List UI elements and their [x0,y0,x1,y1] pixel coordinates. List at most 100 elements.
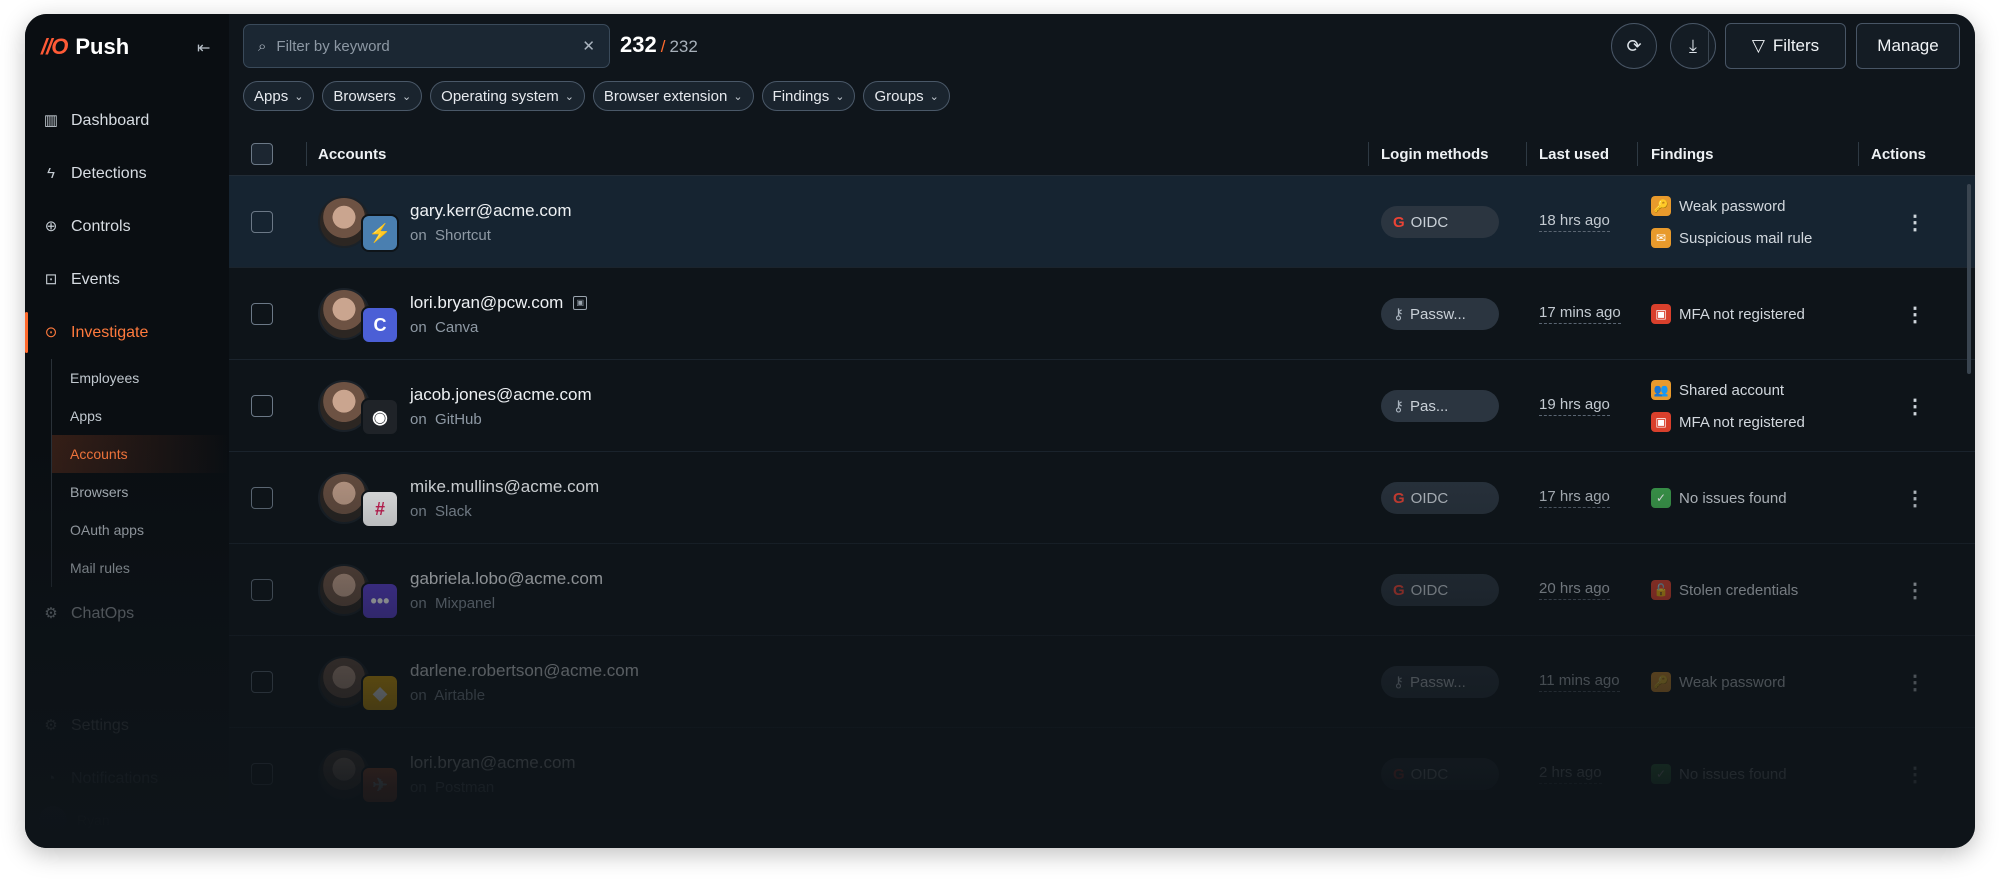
search-input[interactable] [276,37,573,55]
nav-item-dashboard[interactable]: ▥ Dashboard [25,94,229,147]
google-icon: G [1393,581,1405,599]
select-all-checkbox[interactable] [251,143,273,165]
row-checkbox[interactable] [251,211,273,233]
finding-item[interactable]: ✓ No issues found [1651,488,1787,508]
column-accounts[interactable]: Accounts [318,132,386,176]
account-email-line[interactable]: lori.bryan@pcw.com ▣ [410,293,588,313]
column-last-used[interactable]: Last used [1539,132,1609,176]
last-used-cell: 17 mins ago [1539,268,1621,360]
last-used[interactable]: 20 hrs ago [1539,580,1610,600]
account-email-line[interactable]: gary.kerr@acme.com [410,201,571,221]
filters-button[interactable]: ▽ Filters [1725,23,1846,69]
last-used[interactable]: 2 hrs ago [1539,764,1602,784]
more-actions-icon[interactable]: ⋮ [1905,302,1925,327]
finding-label: MFA not registered [1679,305,1805,323]
nav-item-events[interactable]: ⊡ Events [25,253,229,306]
subnav-item-oauth-apps[interactable]: OAuth apps [52,511,229,549]
table-row[interactable]: ••• gabriela.lobo@acme.com on Mixpanel G… [229,544,1975,636]
more-actions-icon[interactable]: ⋮ [1905,486,1925,511]
table-row[interactable]: ⚡ gary.kerr@acme.com on Shortcut G OIDC 1… [229,176,1975,268]
last-used[interactable]: 11 mins ago [1539,672,1620,692]
login-method-pill[interactable]: G OIDC [1381,206,1499,238]
login-method-pill[interactable]: ⚷ Passw... [1381,666,1499,698]
subnav-item-accounts[interactable]: Accounts [52,435,229,473]
account-email-line[interactable]: gabriela.lobo@acme.com [410,569,603,589]
refresh-button[interactable]: ⟳ [1611,23,1657,69]
user-menu[interactable]: Ryan [39,806,110,834]
finding-label: Weak password [1679,673,1786,691]
table-row[interactable]: C lori.bryan@pcw.com ▣ on Canva ⚷ Passw...… [229,268,1975,360]
nav-item-notifications[interactable]: ◔ Notifications [25,752,229,805]
nav-item-detections[interactable]: ϟ Detections [25,147,229,200]
manage-button[interactable]: Manage [1856,23,1960,69]
nav-item-investigate[interactable]: ⊙ Investigate [25,306,229,359]
finding-item[interactable]: ✉ Suspicious mail rule [1651,228,1812,248]
table-row[interactable]: ✈ lori.bryan@acme.com on Postman G OIDC 2… [229,728,1975,820]
chip-browser-extension[interactable]: Browser extension ⌄ [592,81,754,111]
more-actions-icon[interactable]: ⋮ [1905,670,1925,695]
more-actions-icon[interactable]: ⋮ [1905,210,1925,235]
finding-item[interactable]: ▣ MFA not registered [1651,412,1805,432]
subnav-item-browsers[interactable]: Browsers [52,473,229,511]
bell-icon: ◔ [46,769,56,787]
finding-item[interactable]: ✓ No issues found [1651,764,1787,784]
finding-item[interactable]: 🔑 Weak password [1651,196,1812,216]
row-checkbox[interactable] [251,395,273,417]
last-used[interactable]: 19 hrs ago [1539,396,1610,416]
login-method-label: OIDC [1410,765,1449,783]
row-select-cell [251,268,273,360]
login-method-pill[interactable]: ⚷ Passw... [1381,298,1499,330]
chip-findings[interactable]: Findings ⌄ [761,81,856,111]
table-row[interactable]: ◆ darlene.robertson@acme.com on Airtable… [229,636,1975,728]
last-used[interactable]: 17 hrs ago [1539,488,1610,508]
login-method-pill[interactable]: G OIDC [1381,482,1499,514]
findings-cell: 🔓 Stolen credentials [1651,544,1798,636]
nav-item-controls[interactable]: ⊕ Controls [25,200,229,253]
login-method-cell: G OIDC [1381,452,1499,544]
nav-item-chatops[interactable]: ⚙ ChatOps [25,587,229,640]
actions-cell: ⋮ [1905,728,1925,820]
on-label: on [410,686,427,704]
download-button[interactable]: ⤓ [1670,23,1716,69]
subnav-item-apps[interactable]: Apps [52,397,229,435]
row-checkbox[interactable] [251,671,273,693]
row-checkbox[interactable] [251,487,273,509]
account-email-line[interactable]: darlene.robertson@acme.com [410,661,639,681]
logo[interactable]: //O Push [41,34,129,60]
table-row[interactable]: ◉ jacob.jones@acme.com on GitHub ⚷ Pas...… [229,360,1975,452]
table-scrollbar[interactable] [1967,184,1971,374]
account-avatar-group: ⚡ [318,192,399,252]
subnav-item-mail-rules[interactable]: Mail rules [52,549,229,587]
finding-item[interactable]: 👥 Shared account [1651,380,1805,400]
subnav-item-employees[interactable]: Employees [52,359,229,397]
account-email-line[interactable]: jacob.jones@acme.com [410,385,592,405]
account-email-line[interactable]: lori.bryan@acme.com [410,753,576,773]
finding-label: Shared account [1679,381,1785,399]
column-findings[interactable]: Findings [1651,132,1714,176]
chip-browsers[interactable]: Browsers ⌄ [322,81,423,111]
table-row[interactable]: # mike.mullins@acme.com on Slack G OIDC 1… [229,452,1975,544]
last-used[interactable]: 17 mins ago [1539,304,1621,324]
finding-item[interactable]: ▣ MFA not registered [1651,304,1805,324]
row-checkbox[interactable] [251,303,273,325]
account-email-line[interactable]: mike.mullins@acme.com [410,477,599,497]
chip-groups[interactable]: Groups ⌄ [863,81,950,111]
finding-item[interactable]: 🔑 Weak password [1651,672,1785,692]
nav-item-settings[interactable]: ⚙ Settings [25,699,229,752]
login-method-pill[interactable]: G OIDC [1381,758,1499,790]
more-actions-icon[interactable]: ⋮ [1905,762,1925,787]
clear-icon[interactable]: ✕ [582,37,595,55]
more-actions-icon[interactable]: ⋮ [1905,578,1925,603]
chip-apps[interactable]: Apps ⌄ [243,81,315,111]
chip-operating-system[interactable]: Operating system ⌄ [430,81,585,111]
last-used[interactable]: 18 hrs ago [1539,212,1610,232]
column-login-methods[interactable]: Login methods [1381,132,1489,176]
login-method-pill[interactable]: ⚷ Pas... [1381,390,1499,422]
login-method-pill[interactable]: G OIDC [1381,574,1499,606]
more-actions-icon[interactable]: ⋮ [1905,394,1925,419]
collapse-sidebar-icon[interactable]: ⇤ [197,38,210,58]
finding-item[interactable]: 🔓 Stolen credentials [1651,580,1798,600]
row-checkbox[interactable] [251,579,273,601]
row-select-cell [251,636,273,728]
row-checkbox[interactable] [251,763,273,785]
